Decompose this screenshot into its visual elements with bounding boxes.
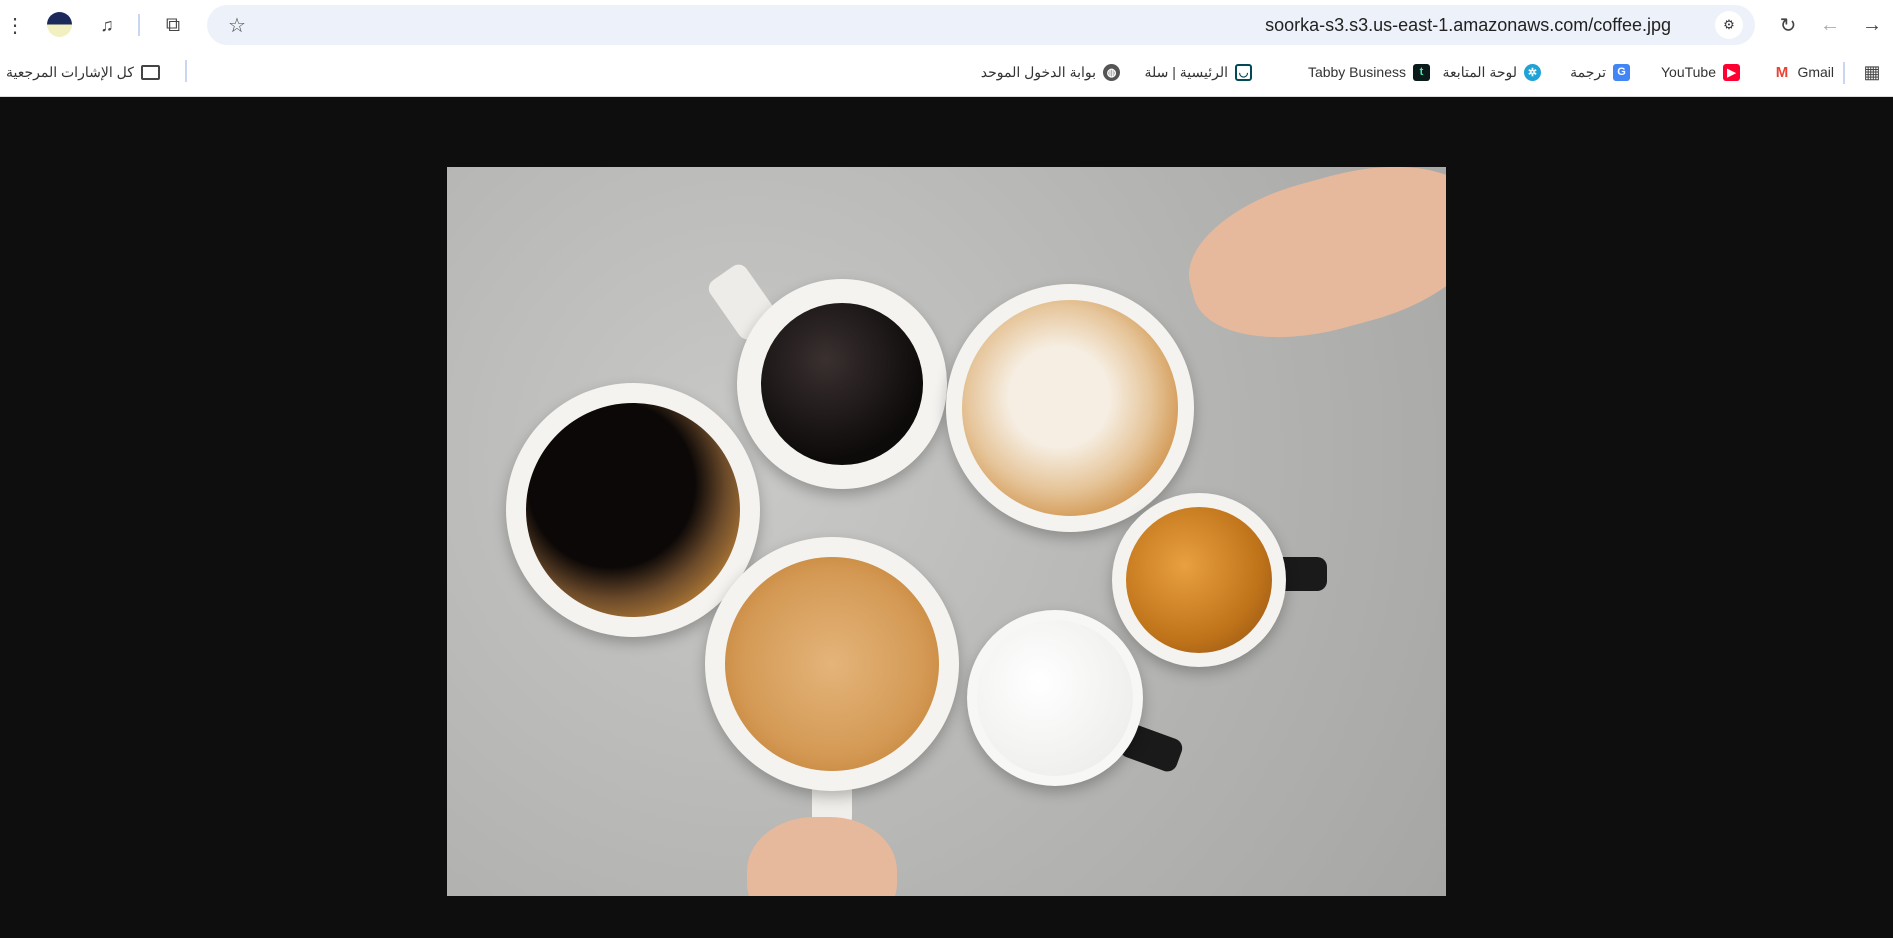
bookmark-label: ترجمة (1570, 63, 1606, 80)
bookmark-label: كل الإشارات المرجعية (6, 63, 134, 80)
tabby-icon: t (1413, 63, 1430, 81)
bookmark-gmail[interactable]: M Gmail (1773, 60, 1834, 84)
reload-icon[interactable]: ↻ (1775, 12, 1801, 38)
bookmark-salla[interactable]: ◡ الرئيسية | سلة (1144, 60, 1252, 84)
coffee-image (447, 167, 1446, 896)
bookmark-label: Gmail (1797, 64, 1834, 80)
bookmark-label: YouTube (1660, 64, 1716, 80)
salla-icon: ◡ (1235, 63, 1252, 81)
url-text[interactable]: soorka-s3.s3.us-east-1.amazonaws.com/cof… (1265, 15, 1671, 36)
globe-icon: ◍ (1103, 63, 1120, 81)
bookmark-translate[interactable]: G ترجمة (1570, 60, 1630, 84)
divider (1843, 62, 1845, 84)
bookmark-sso[interactable]: ◍ بوابة الدخول الموحد (981, 60, 1120, 84)
bookmark-dashboard[interactable]: ✲ لوحة المتابعة (1443, 60, 1541, 84)
media-icon[interactable]: ♫ (94, 12, 120, 38)
browser-toolbar: → ← ↻ soorka-s3.s3.us-east-1.amazonaws.c… (0, 0, 1893, 49)
star-icon[interactable]: ☆ (225, 13, 249, 37)
back-icon[interactable]: ← (1817, 12, 1843, 38)
forward-icon[interactable]: → (1859, 12, 1885, 38)
gmail-icon: M (1773, 63, 1791, 81)
youtube-icon: ▶ (1723, 63, 1740, 81)
apps-icon[interactable]: ▦ (1859, 59, 1885, 85)
folder-icon (140, 64, 160, 80)
translate-icon: G (1613, 63, 1630, 81)
divider (185, 60, 187, 82)
bookmark-label: بوابة الدخول الموحد (980, 63, 1096, 80)
avatar[interactable] (47, 12, 72, 37)
bookmark-label: الرئيسية | سلة (1144, 63, 1228, 80)
address-bar[interactable]: soorka-s3.s3.us-east-1.amazonaws.com/cof… (207, 5, 1755, 45)
bookmark-label: لوحة المتابعة (1442, 63, 1517, 80)
tune-icon[interactable]: ⚙ (1715, 11, 1743, 39)
bookmark-label: Tabby Business (1307, 64, 1406, 80)
extensions-icon[interactable]: ⧉ (160, 12, 186, 38)
menu-icon[interactable]: ⋮ (2, 12, 28, 38)
bookmark-youtube[interactable]: ▶ YouTube (1661, 60, 1740, 84)
dashboard-icon: ✲ (1524, 63, 1541, 81)
bookmark-tabby[interactable]: t Tabby Business (1308, 60, 1430, 84)
all-bookmarks[interactable]: كل الإشارات المرجعية (6, 60, 160, 84)
divider (138, 14, 140, 36)
